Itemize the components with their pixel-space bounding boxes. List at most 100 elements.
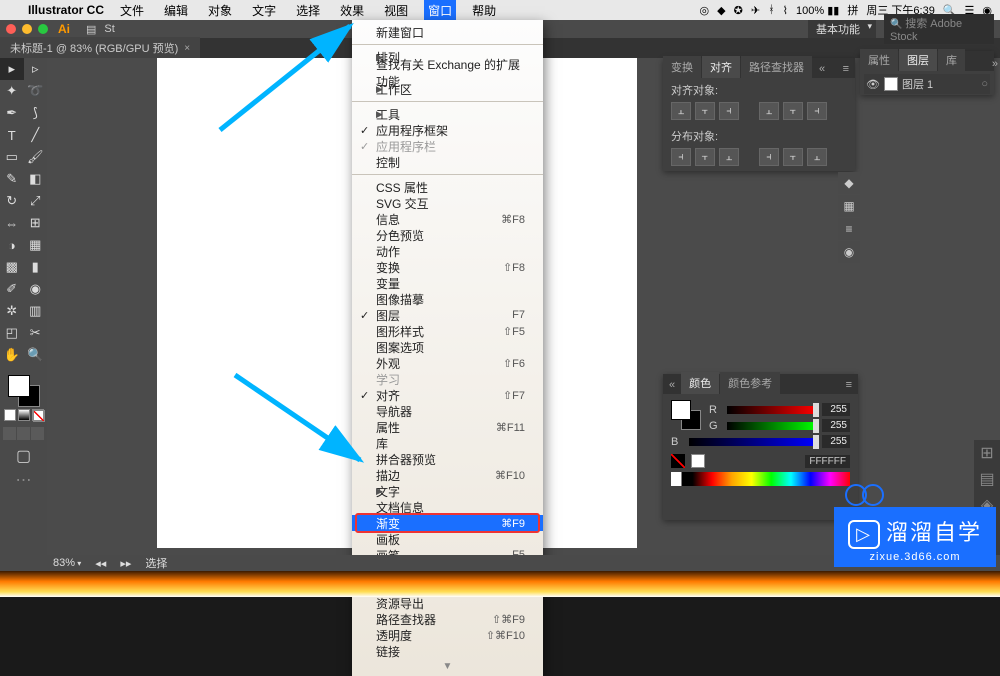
menu-edit[interactable]: 编辑 [160, 0, 192, 21]
search-stock-input[interactable]: 搜索 Adobe Stock [884, 14, 994, 44]
mesh-tool[interactable]: ▩ [0, 256, 24, 278]
menu-select[interactable]: 选择 [292, 0, 324, 21]
right-dock-collapse-icon[interactable]: » [992, 58, 998, 70]
menu-item[interactable]: 外观⇧F6 [352, 355, 543, 371]
menu-item[interactable]: 资源导出 [352, 595, 543, 611]
collapsed-panel-icon[interactable]: ▦ [838, 195, 860, 217]
collapsed-panel-icon[interactable]: ≡ [838, 218, 860, 240]
align-top-button[interactable]: ⫠ [759, 102, 779, 120]
dist-right-button[interactable]: ⫠ [807, 148, 827, 166]
menu-help[interactable]: 帮助 [468, 0, 500, 21]
collapsed-panel-icon[interactable]: ◆ [838, 172, 860, 194]
align-right-button[interactable]: ⫞ [719, 102, 739, 120]
menu-item[interactable]: 工具▶ [352, 106, 543, 122]
blend-tool[interactable]: ◉ [24, 278, 48, 300]
graph-tool[interactable]: ▥ [24, 300, 48, 322]
menu-item[interactable]: 渐变⌘F9 [352, 515, 543, 531]
window-close-button[interactable] [6, 24, 16, 34]
menu-text[interactable]: 文字 [248, 0, 280, 21]
color-fill-stroke[interactable] [671, 400, 701, 430]
menu-item[interactable]: 图案选项 [352, 339, 543, 355]
menu-item[interactable]: 图像描摹 [352, 291, 543, 307]
status-compass-icon[interactable]: ✪ [734, 4, 743, 17]
align-left-button[interactable]: ⫠ [671, 102, 691, 120]
draw-normal-icon[interactable] [3, 427, 16, 440]
menu-item[interactable]: 查找有关 Exchange 的扩展功能... [352, 65, 543, 81]
pathfinder-tab[interactable]: 路径查找器 [741, 56, 812, 78]
dist-vcenter-button[interactable]: ⫟ [695, 148, 715, 166]
edit-toolbar-icon[interactable]: ⋯ [3, 470, 44, 490]
slice-tool[interactable]: ✂ [24, 322, 48, 344]
menu-item[interactable]: 透明度⇧⌘F10 [352, 627, 543, 643]
screen-mode-icon[interactable]: ▢ [3, 446, 44, 466]
menu-item[interactable]: 变换⇧F8 [352, 259, 543, 275]
mac-dock[interactable] [0, 571, 1000, 597]
zoom-level[interactable]: 83% [53, 557, 81, 569]
status-app-icon[interactable]: ◆ [717, 4, 725, 17]
align-vcenter-button[interactable]: ⫟ [783, 102, 803, 120]
dist-bottom-button[interactable]: ⫠ [719, 148, 739, 166]
white-swatch-icon[interactable] [691, 454, 705, 468]
none-mode-icon[interactable] [32, 409, 44, 421]
menu-item[interactable]: CSS 属性 [352, 179, 543, 195]
rotate-tool[interactable]: ↻ [0, 190, 24, 212]
menu-effect[interactable]: 效果 [336, 0, 368, 21]
layer-target-icon[interactable]: ○ [981, 78, 988, 90]
eyedropper-tool[interactable]: ✐ [0, 278, 24, 300]
scale-tool[interactable]: ⤢ [24, 190, 48, 212]
status-bluetooth-icon[interactable]: ᚼ [768, 4, 775, 16]
panel-collapse-icon[interactable]: « [663, 376, 681, 394]
menu-item[interactable]: 文字▶ [352, 483, 543, 499]
bridge-icon[interactable]: ▤ [86, 23, 96, 36]
menu-item[interactable]: 对齐⇧F7 [352, 387, 543, 403]
symbol-sprayer-tool[interactable]: ✲ [0, 300, 24, 322]
transform-tab[interactable]: 变换 [663, 56, 701, 78]
curvature-tool[interactable]: ⟆ [24, 102, 48, 124]
g-value[interactable]: 255 [822, 419, 850, 432]
lasso-tool[interactable]: ➰ [24, 80, 48, 102]
strip-icon[interactable]: ▤ [974, 466, 1000, 492]
hand-tool[interactable]: ✋ [0, 344, 24, 366]
workspace-switcher[interactable]: 基本功能 [808, 20, 876, 38]
layer-name[interactable]: 图层 1 [902, 76, 977, 92]
align-tab[interactable]: 对齐 [702, 56, 740, 78]
panel-menu-icon[interactable]: ≡ [840, 376, 858, 394]
eraser-tool[interactable]: ◧ [24, 168, 48, 190]
layers-tab[interactable]: 图层 [899, 49, 937, 71]
status-location-icon[interactable]: ✈ [751, 4, 760, 17]
stock-icon[interactable]: St [104, 23, 114, 36]
menu-item[interactable]: 信息⌘F8 [352, 211, 543, 227]
artboard-tool[interactable]: ◰ [0, 322, 24, 344]
align-hcenter-button[interactable]: ⫟ [695, 102, 715, 120]
shaper-tool[interactable]: ✎ [0, 168, 24, 190]
hex-value[interactable]: FFFFFF [805, 455, 850, 468]
menu-item[interactable]: 链接 [352, 643, 543, 659]
menu-item[interactable]: 画板 [352, 531, 543, 547]
r-value[interactable]: 255 [822, 403, 850, 416]
window-minimize-button[interactable] [22, 24, 32, 34]
status-wifi-icon[interactable]: ⌇ [783, 4, 788, 17]
strip-icon[interactable]: ⊞ [974, 440, 1000, 466]
draw-behind-icon[interactable] [17, 427, 30, 440]
b-slider[interactable] [689, 438, 816, 446]
gradient-tool[interactable]: ▮ [24, 256, 48, 278]
collapsed-panel-icon[interactable]: ◉ [838, 241, 860, 263]
draw-inside-icon[interactable] [31, 427, 44, 440]
artboard-nav-prev-icon[interactable]: ◂◂ [95, 557, 106, 570]
layer-row[interactable]: 👁 图层 1 ○ [864, 74, 990, 94]
color-swatch-control[interactable]: ▢ ⋯ [0, 370, 47, 493]
g-slider[interactable] [727, 422, 816, 430]
menu-file[interactable]: 文件 [116, 0, 148, 21]
menu-item[interactable]: 应用程序框架 [352, 122, 543, 138]
window-zoom-button[interactable] [38, 24, 48, 34]
perspective-tool[interactable]: ▦ [24, 234, 48, 256]
rectangle-tool[interactable]: ▭ [0, 146, 24, 168]
shape-builder-tool[interactable]: ◑ [0, 234, 24, 256]
r-slider[interactable] [727, 406, 816, 414]
dist-left-button[interactable]: ⫞ [759, 148, 779, 166]
paintbrush-tool[interactable]: 🖌 [24, 146, 48, 168]
menu-item[interactable]: 路径查找器⇧⌘F9 [352, 611, 543, 627]
menu-item[interactable]: 控制 [352, 154, 543, 170]
menu-item[interactable]: 变量 [352, 275, 543, 291]
b-value[interactable]: 255 [822, 435, 850, 448]
